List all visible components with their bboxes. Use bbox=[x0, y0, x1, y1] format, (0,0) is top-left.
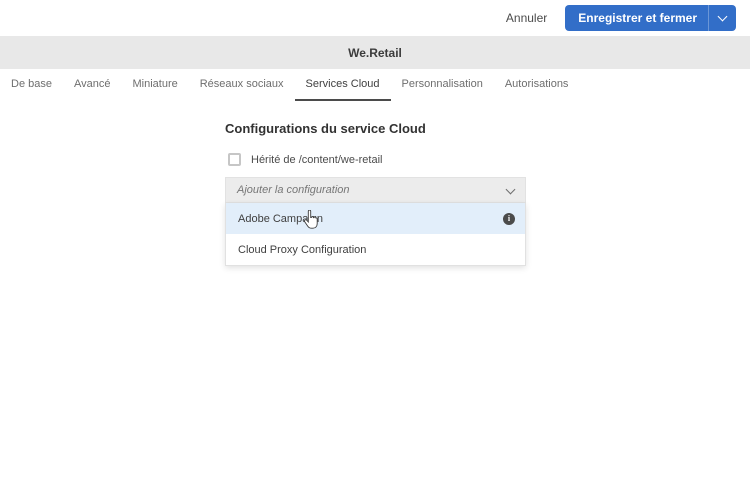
configuration-dropdown: Adobe Campaign i Cloud Proxy Configurati… bbox=[225, 203, 526, 266]
tab-services-cloud[interactable]: Services Cloud bbox=[294, 69, 391, 101]
cloud-services-panel: Configurations du service Cloud Hérité d… bbox=[225, 121, 526, 266]
info-icon[interactable]: i bbox=[503, 212, 515, 225]
cancel-button[interactable]: Annuler bbox=[506, 11, 547, 25]
select-placeholder: Ajouter la configuration bbox=[237, 184, 350, 196]
tab-miniature[interactable]: Miniature bbox=[121, 69, 188, 101]
add-configuration-select[interactable]: Ajouter la configuration bbox=[225, 177, 526, 203]
top-action-bar: Annuler Enregistrer et fermer bbox=[0, 0, 750, 36]
tab-avance[interactable]: Avancé bbox=[63, 69, 122, 101]
site-properties-page: { "top_bar": { "cancel_label": "Annuler"… bbox=[0, 0, 750, 500]
chevron-down-icon bbox=[717, 11, 728, 22]
dropdown-item-label: Adobe Campaign bbox=[238, 212, 324, 225]
save-and-close-button[interactable]: Enregistrer et fermer bbox=[565, 5, 736, 31]
save-button-label: Enregistrer et fermer bbox=[578, 11, 697, 25]
tab-personnalisation[interactable]: Personnalisation bbox=[391, 69, 494, 101]
tab-bar: De base Avancé Miniature Réseaux sociaux… bbox=[0, 69, 750, 101]
tab-reseaux-sociaux[interactable]: Réseaux sociaux bbox=[189, 69, 295, 101]
inherit-checkbox-label: Hérité de /content/we-retail bbox=[251, 153, 383, 166]
dropdown-item-cloud-proxy[interactable]: Cloud Proxy Configuration bbox=[226, 234, 525, 265]
page-title: We.Retail bbox=[348, 45, 402, 60]
inherit-checkbox[interactable] bbox=[228, 153, 241, 166]
tab-autorisations[interactable]: Autorisations bbox=[494, 69, 580, 101]
dropdown-item-adobe-campaign[interactable]: Adobe Campaign i bbox=[226, 203, 525, 234]
save-options-chevron[interactable] bbox=[709, 11, 736, 22]
inherit-row: Hérité de /content/we-retail bbox=[225, 153, 526, 166]
section-heading: Configurations du service Cloud bbox=[225, 121, 426, 136]
chevron-down-icon bbox=[505, 184, 516, 194]
tab-de-base[interactable]: De base bbox=[0, 69, 63, 101]
title-bar: We.Retail bbox=[0, 36, 750, 69]
dropdown-item-label: Cloud Proxy Configuration bbox=[238, 243, 367, 256]
